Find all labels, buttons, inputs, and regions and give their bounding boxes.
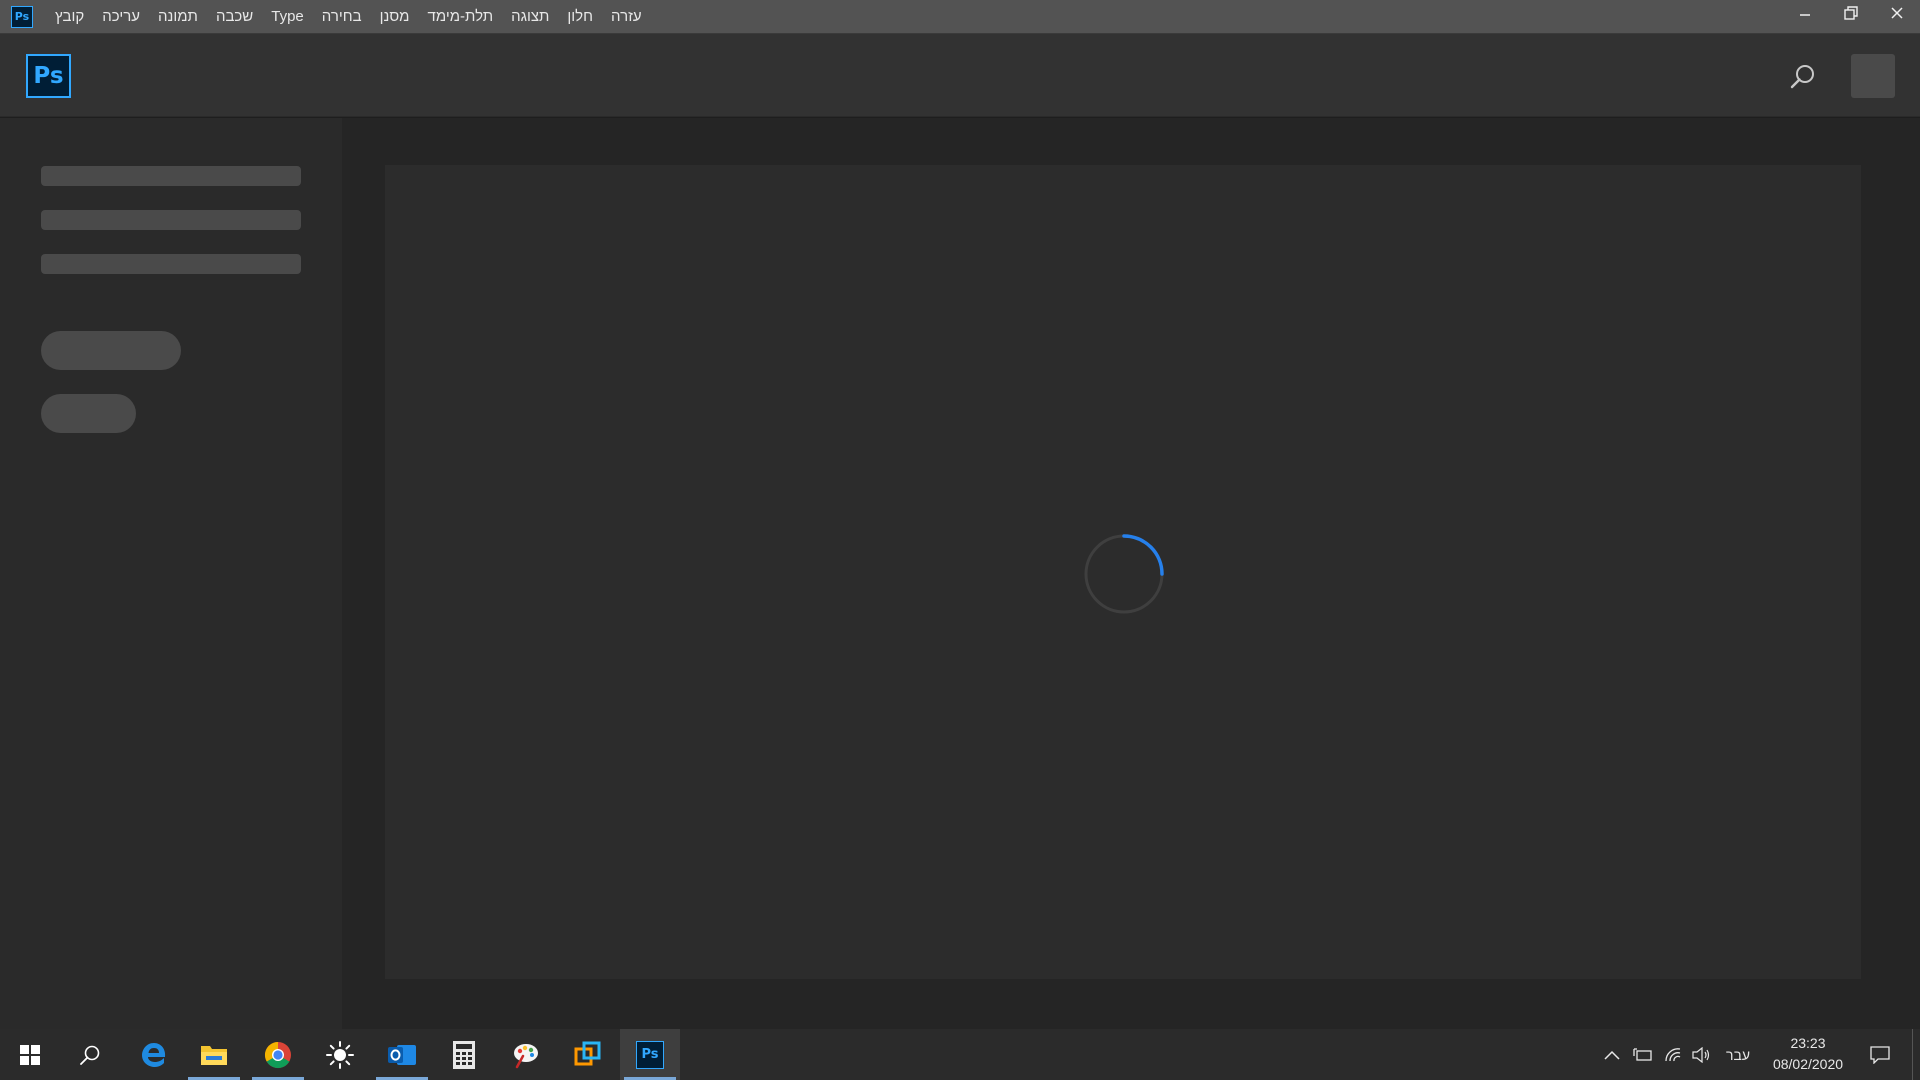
tray-language[interactable]: עבר: [1718, 1029, 1758, 1080]
taskbar-photoshop[interactable]: Ps: [620, 1029, 680, 1080]
menu-image[interactable]: תמונה: [149, 0, 207, 34]
menu-bar: קובץ עריכה תמונה שכבה Type בחירה מסנן תל…: [46, 0, 651, 34]
menu-3d[interactable]: תלת-מימד: [419, 0, 503, 34]
photoshop-app-icon[interactable]: Ps: [11, 5, 33, 28]
taskbar-outlook[interactable]: [372, 1029, 432, 1080]
taskbar-brightness[interactable]: [310, 1029, 370, 1080]
tray-battery[interactable]: [1630, 1029, 1656, 1080]
menu-file[interactable]: קובץ: [46, 0, 93, 34]
windows-icon: [20, 1044, 40, 1065]
minimize-icon: [1800, 14, 1810, 16]
skeleton-button: [41, 331, 181, 370]
menu-edit[interactable]: עריכה: [93, 0, 149, 34]
chevron-up-icon: [1604, 1050, 1620, 1060]
sun-icon: [326, 1040, 354, 1069]
tray-clock[interactable]: 23:23 08/02/2020: [1756, 1033, 1860, 1075]
outlook-icon: [388, 1044, 416, 1065]
main-content-placeholder: [385, 165, 1861, 979]
restore-button[interactable]: [1828, 0, 1874, 26]
tray-notifications[interactable]: [1862, 1029, 1898, 1080]
taskbar-search[interactable]: [60, 1029, 120, 1080]
menu-layer[interactable]: שכבה: [207, 0, 262, 34]
menu-view[interactable]: תצוגה: [502, 0, 558, 34]
menu-window[interactable]: חלון: [558, 0, 602, 34]
taskbar-file-explorer[interactable]: [184, 1029, 244, 1080]
calculator-icon: [453, 1040, 475, 1069]
paint-icon: [514, 1043, 538, 1068]
taskbar-chrome[interactable]: [248, 1029, 308, 1080]
clock-date: 08/02/2020: [1772, 1056, 1844, 1072]
left-panel-skeleton: [0, 118, 342, 1029]
edge-icon: [142, 1042, 166, 1067]
window-controls: [1782, 0, 1920, 26]
search-icon: [80, 1045, 100, 1065]
tray-network[interactable]: [1660, 1029, 1686, 1080]
wifi-icon: [1665, 1047, 1681, 1061]
skeleton-line: [41, 210, 301, 230]
tray-volume[interactable]: [1688, 1029, 1714, 1080]
minimize-button[interactable]: [1782, 0, 1828, 26]
taskbar-paint[interactable]: [496, 1029, 556, 1080]
menu-select[interactable]: בחירה: [313, 0, 371, 34]
close-icon: [1891, 7, 1903, 19]
title-bar: Ps קובץ עריכה תמונה שכבה Type בחירה מסנן…: [0, 0, 1920, 34]
search-icon[interactable]: [1788, 62, 1818, 92]
photoshop-logo[interactable]: Ps: [26, 54, 71, 98]
show-desktop-button[interactable]: [1912, 1029, 1920, 1080]
windows-orange-icon: [574, 1041, 601, 1065]
tray-chevron[interactable]: [1600, 1029, 1624, 1080]
taskbar-edge[interactable]: [124, 1029, 184, 1080]
photoshop-icon: Ps: [636, 1040, 664, 1069]
taskbar: Ps עבר 23:23 08/02/2020: [0, 1029, 1920, 1080]
menu-help[interactable]: עזרה: [602, 0, 651, 34]
taskbar-remote[interactable]: [558, 1029, 618, 1080]
clock-time: 23:23: [1790, 1035, 1826, 1051]
avatar[interactable]: [1851, 54, 1895, 98]
close-button[interactable]: [1874, 0, 1920, 26]
skeleton-line: [41, 166, 301, 186]
skeleton-button: [41, 394, 136, 433]
chrome-icon: [264, 1041, 291, 1068]
loading-spinner-icon: [1084, 534, 1164, 614]
workspace: [0, 118, 1920, 1029]
menu-filter[interactable]: מסנן: [371, 0, 419, 34]
menu-type[interactable]: Type: [262, 0, 313, 34]
start-button[interactable]: [0, 1029, 60, 1080]
folder-icon: [201, 1045, 227, 1065]
battery-icon: [1633, 1047, 1652, 1061]
skeleton-line: [41, 254, 301, 274]
volume-icon: [1692, 1046, 1710, 1063]
home-header: Ps: [0, 34, 1920, 117]
taskbar-calculator[interactable]: [434, 1029, 494, 1080]
notification-icon: [1870, 1045, 1890, 1064]
restore-icon: [1844, 6, 1858, 20]
